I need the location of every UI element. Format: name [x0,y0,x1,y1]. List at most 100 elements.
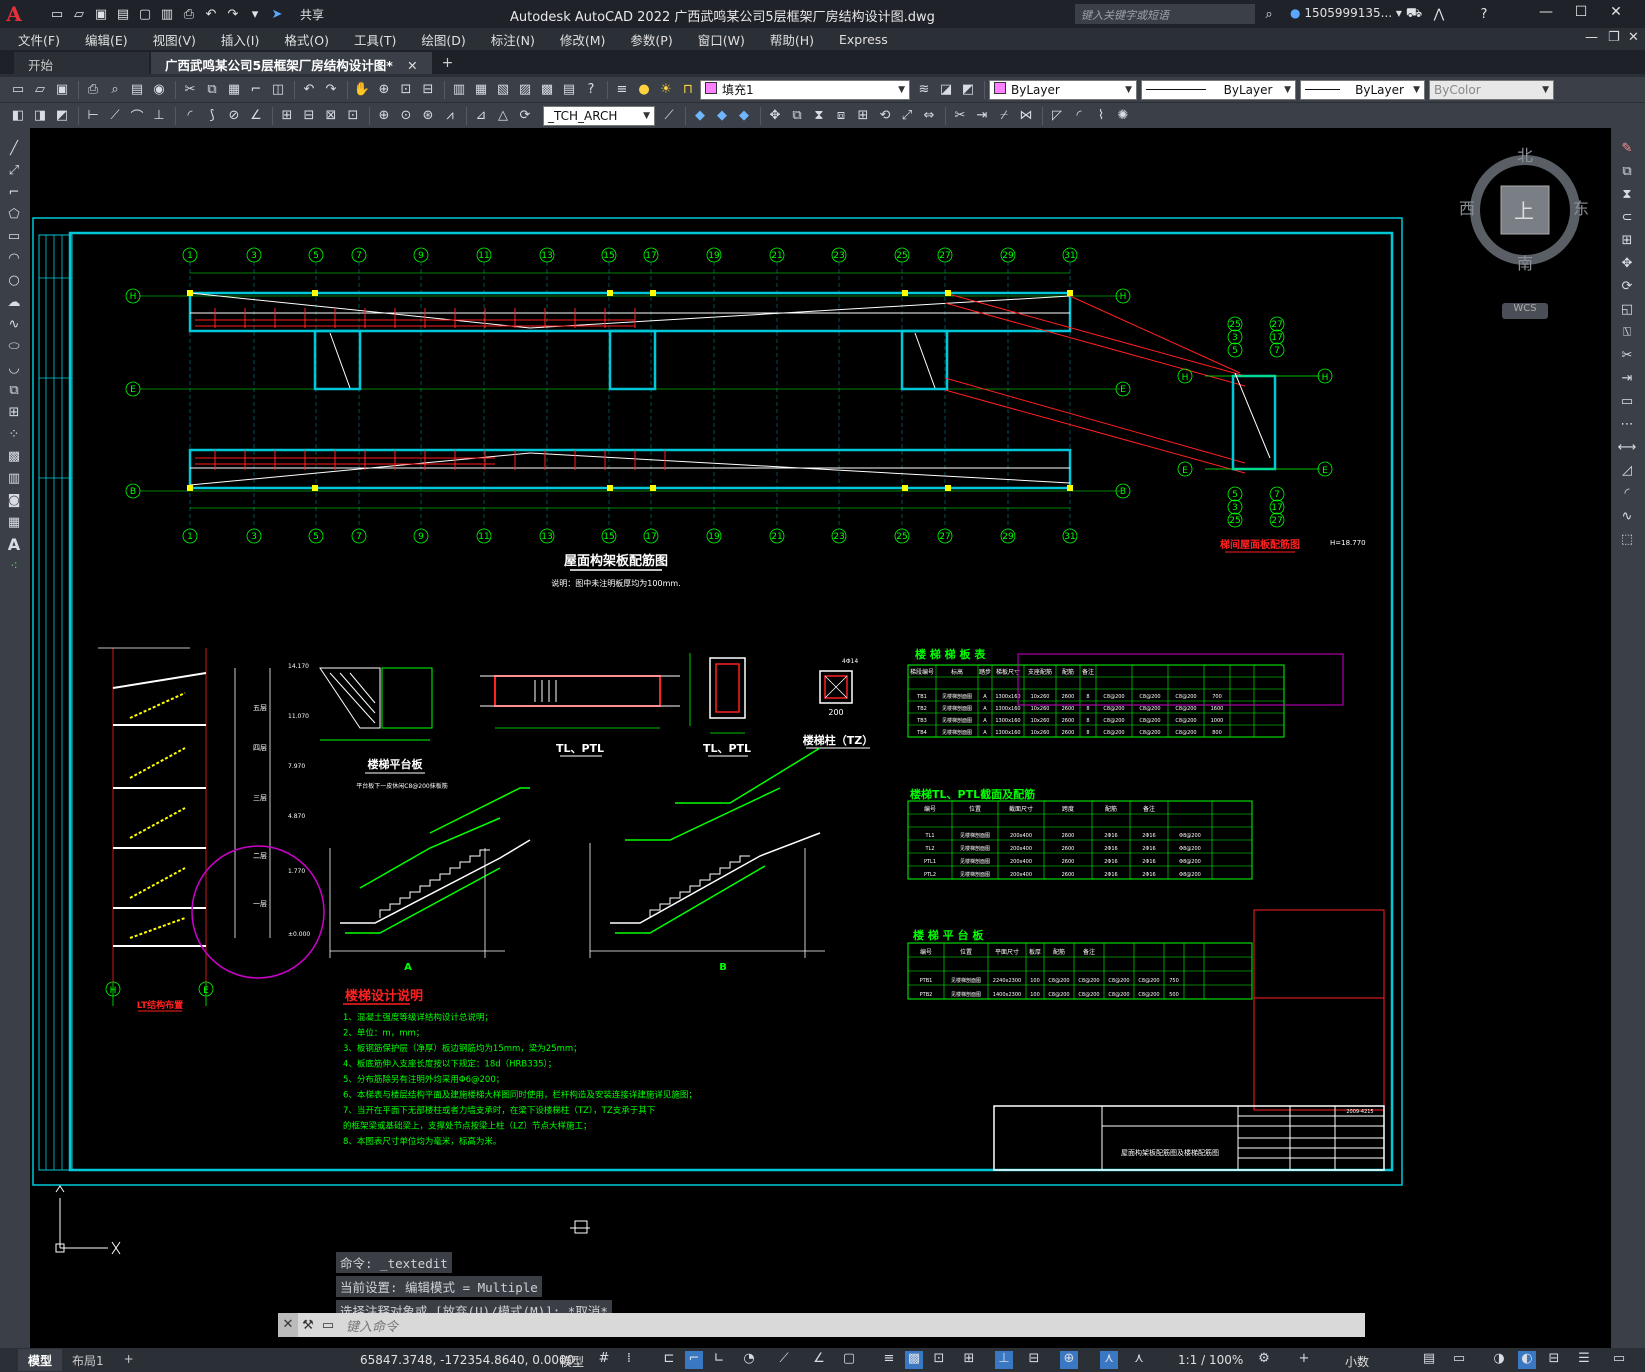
ortho-icon[interactable]: ∟ [710,1351,728,1369]
doc-close-button[interactable]: ✕ [1628,30,1639,45]
help-icon[interactable]: ? [1475,5,1493,23]
offset-icon[interactable]: ⧈ [831,106,851,126]
mtext-icon[interactable]: A [4,534,24,554]
explode-icon[interactable]: ✺ [1113,106,1133,126]
viewcube-north[interactable]: 北 [1517,142,1533,166]
rotate-icon[interactable]: ⟲ [875,106,895,126]
units-dropdown[interactable]: 小数 [1345,1353,1369,1370]
spline-icon[interactable]: ∿ [4,314,24,334]
point-icon[interactable]: ⁘ [4,424,24,444]
coordinates-readout[interactable]: 65847.3748, -172354.8640, 0.0000 [360,1353,574,1367]
hatch-icon[interactable]: ▩ [4,446,24,466]
mirror-icon[interactable]: ⧗ [809,106,829,126]
lock-ui-icon[interactable]: ▭ [1450,1351,1468,1369]
cart-icon[interactable]: ⛟ [1405,5,1423,23]
blend-icon[interactable]: ⌇ [1091,106,1111,126]
color-dropdown[interactable]: ByLayer ▼ [989,79,1137,100]
redo-icon[interactable]: ↷ [224,5,242,23]
menu-file[interactable]: 文件(F) [18,30,60,49]
insert-block-icon[interactable]: ⧉ [4,380,24,400]
fullscreen-icon[interactable]: ▭ [1610,1351,1628,1369]
text-style-dropdown[interactable]: _TCH_ARCH ▼ [543,105,655,126]
command-line[interactable]: ✕ ⚒ ▭ 键入命令 [278,1313,1365,1337]
zoom-realtime-icon[interactable]: ⊕ [374,80,394,100]
new-tab-button[interactable]: + [442,55,454,74]
viewcube-top-face[interactable]: 上 [1514,195,1534,224]
selection-filter-icon[interactable]: ⊟ [1025,1351,1043,1369]
help-icon[interactable]: ? [581,80,601,100]
menu-view[interactable]: 视图(V) [153,30,196,49]
command-input[interactable]: 键入命令 [346,1316,398,1335]
dim-style-icon[interactable]: ⟋ [659,106,679,126]
open-file-icon[interactable]: ▱ [70,5,88,23]
trim-icon[interactable]: ✂ [1617,345,1637,365]
wedge-icon[interactable]: ◆ [712,106,732,126]
dim-update-icon[interactable]: ⟳ [515,106,535,126]
close-button[interactable]: ✕ [1605,4,1627,24]
tool-icon-2[interactable]: ◨ [30,106,50,126]
menu-window[interactable]: 窗口(W) [698,30,745,49]
add-layout-button[interactable]: + [114,1349,144,1371]
undo-icon[interactable]: ↶ [202,5,220,23]
break-at-point-icon[interactable]: ▭ [1617,391,1637,411]
annotation-monitor-icon[interactable]: + [1295,1351,1313,1369]
scale-icon[interactable]: ⤢ [897,106,917,126]
quick-dimension-icon[interactable]: ⊞ [277,106,297,126]
linetype-dropdown[interactable]: ByLayer ▼ [1141,79,1296,100]
search-icon[interactable]: ⌕ [1260,5,1278,23]
search-input[interactable]: 键入关键字或短语 [1075,4,1255,24]
quick-properties-icon[interactable]: ▤ [1420,1351,1438,1369]
scale-icon[interactable]: ◱ [1617,299,1637,319]
copy-object-icon[interactable]: ⧉ [787,106,807,126]
customize-icon[interactable]: ⚒ [298,1318,318,1333]
publish-icon[interactable]: ▤ [127,80,147,100]
diameter-icon[interactable]: ⊘ [224,106,244,126]
trim-icon[interactable]: ✂ [950,106,970,126]
copy-icon[interactable]: ⧉ [202,80,222,100]
3d-dwf-icon[interactable]: ◉ [149,80,169,100]
menu-help[interactable]: 帮助(H) [770,30,814,49]
markup-icon[interactable]: ▩ [537,80,557,100]
chamfer-icon[interactable]: ◿ [1617,460,1637,480]
tab-start[interactable]: 开始 [14,52,149,74]
cone-icon[interactable]: ◆ [734,106,754,126]
save-as-icon[interactable]: ▤ [114,5,132,23]
arc-icon[interactable]: ◠ [4,248,24,268]
blend-curves-icon[interactable]: ∿ [1617,506,1637,526]
tool-palettes-icon[interactable]: ▧ [493,80,513,100]
ordinate-icon[interactable]: ⊥ [149,106,169,126]
plot-icon[interactable]: ⎙ [180,5,198,23]
layer-lock-icon[interactable]: ⊓ [678,80,698,100]
minimize-button[interactable]: — [1535,4,1557,24]
transparency-icon[interactable]: ▩ [905,1351,923,1369]
join-icon[interactable]: ⟷ [1617,437,1637,457]
block-editor-icon[interactable]: ◫ [268,80,288,100]
paste-icon[interactable]: ▦ [224,80,244,100]
plot-icon[interactable]: ⎙ [83,80,103,100]
grid-icon[interactable]: # [595,1351,613,1369]
fillet-icon[interactable]: ◜ [1617,483,1637,503]
layer-state-icon[interactable]: ◩ [958,80,978,100]
radius-icon[interactable]: ◜ [180,106,200,126]
3d-osnap-icon[interactable]: ⊞ [960,1351,978,1369]
chamfer-icon[interactable]: ◸ [1047,106,1067,126]
layer-dropdown[interactable]: 填充1 ▼ [700,79,910,100]
tab-model[interactable]: 模型 [18,1349,63,1371]
mirror-icon[interactable]: ⧗ [1617,184,1637,204]
array-icon[interactable]: ⊞ [1617,230,1637,250]
model-space-button[interactable]: 模型 [560,1353,584,1370]
gradient-icon[interactable]: ▥ [4,468,24,488]
drawing-canvas[interactable]: 1 3 5 7 9 11 13 15 17 19 21 23 25 27 29 31 1 3 5 7 9 11 13 15 1… [30,128,1611,1348]
share-button[interactable]: 共享 [300,6,324,23]
tool-icon-1[interactable]: ◧ [8,106,28,126]
make-current-layer-icon[interactable]: ≋ [914,80,934,100]
zoom-previous-icon[interactable]: ⊟ [418,80,438,100]
redo-icon[interactable]: ↷ [321,80,341,100]
doc-restore-button[interactable]: ❐ [1608,30,1620,45]
angular-icon[interactable]: ∠ [246,106,266,126]
layer-on-icon[interactable]: ● [634,80,654,100]
inspection-icon[interactable]: ⊛ [418,106,438,126]
hardware-acceleration-icon[interactable]: ◐ [1518,1351,1536,1369]
annotation-visibility-icon[interactable]: ⋏ [1100,1351,1118,1369]
move-icon[interactable]: ✥ [765,106,785,126]
